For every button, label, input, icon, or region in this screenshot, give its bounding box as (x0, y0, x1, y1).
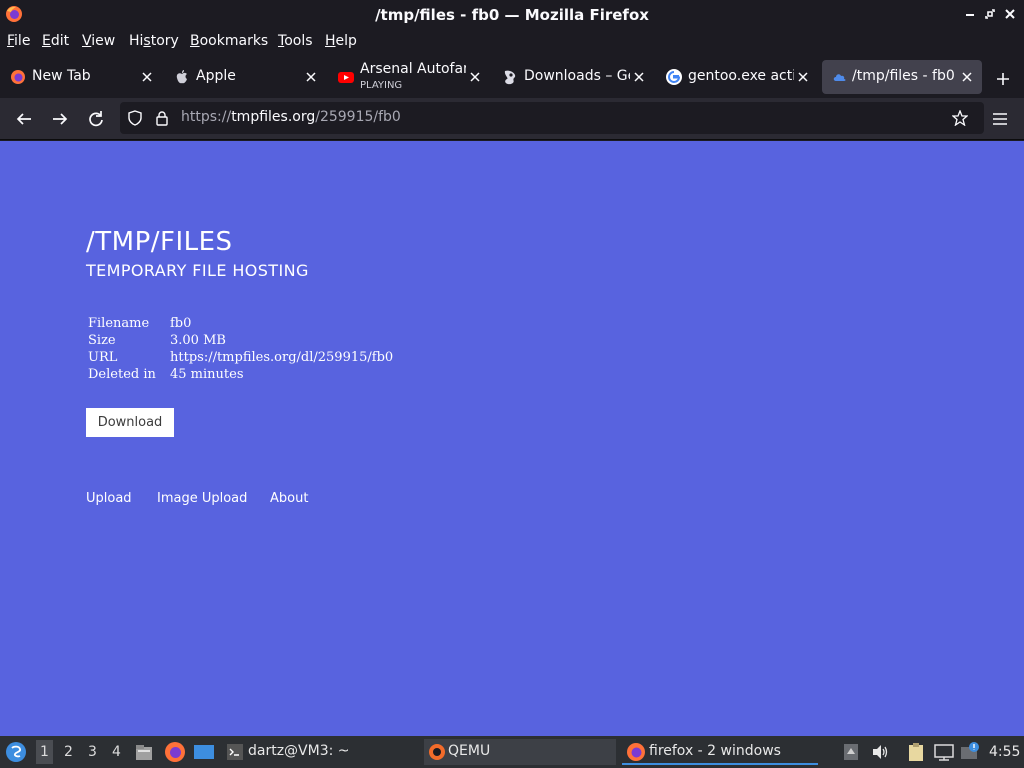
gentoo-icon (504, 70, 516, 85)
info-key: Deleted in (88, 367, 156, 382)
terminal-icon (227, 744, 243, 760)
about-link[interactable]: About (270, 491, 308, 506)
tab-tmpfiles-active[interactable]: /tmp/files - fb0 (822, 60, 982, 94)
site-title: /TMP/FILES (86, 227, 233, 257)
taskbar: 1 2 3 4 dartz@VM3: ~ QEMU firefox - 2 wi… (0, 736, 1024, 768)
google-icon (666, 69, 682, 85)
minimize-icon[interactable] (962, 6, 978, 22)
file-manager-icon[interactable] (134, 742, 154, 762)
close-window-icon[interactable] (1002, 6, 1018, 22)
new-tab-plus-icon[interactable] (992, 68, 1014, 90)
tab-new-tab[interactable]: New Tab (0, 60, 162, 94)
info-key: URL (88, 350, 118, 365)
address-bar[interactable]: https://tmpfiles.org/259915/fb0 (120, 102, 984, 134)
apple-icon (176, 70, 187, 84)
firefox-launcher-icon[interactable] (164, 741, 186, 763)
table-row: URL https://tmpfiles.org/dl/259915/fb0 (88, 349, 393, 366)
lock-icon[interactable] (154, 110, 170, 126)
table-row: Size 3.00 MB (88, 332, 393, 349)
image-upload-link[interactable]: Image Upload (157, 491, 247, 506)
info-value: 45 minutes (170, 367, 244, 382)
firefox-icon (627, 743, 645, 761)
network-icon[interactable] (933, 742, 955, 762)
close-tab-icon[interactable] (632, 70, 646, 84)
tab-downloads[interactable]: Downloads – Ge (492, 60, 654, 94)
restore-icon[interactable] (982, 6, 998, 22)
task-firefox[interactable]: firefox - 2 windows (622, 739, 818, 765)
close-tab-icon[interactable] (796, 70, 810, 84)
clock: 4:55 (989, 744, 1021, 760)
download-button[interactable]: Download (86, 408, 174, 437)
menu-bookmarks[interactable]: Bookmarks (190, 33, 268, 49)
close-tab-icon[interactable] (960, 70, 974, 84)
info-value: https://tmpfiles.org/dl/259915/fb0 (170, 350, 394, 365)
site-subtitle: TEMPORARY FILE HOSTING (86, 261, 309, 280)
workspace-2[interactable]: 2 (64, 744, 73, 760)
workspace-4[interactable]: 4 (112, 744, 121, 760)
info-value: fb0 (170, 316, 192, 331)
menu-bar: File Edit View History Bookmarks Tools H… (0, 30, 1024, 56)
youtube-icon (338, 72, 354, 83)
table-row: Deleted in 45 minutes (88, 366, 393, 383)
navigation-toolbar: https://tmpfiles.org/259915/fb0 (0, 98, 1024, 140)
file-info-table: Filename fb0 Size 3.00 MB URL https://tm… (88, 315, 393, 383)
upload-link[interactable]: Upload (86, 491, 132, 506)
start-menu-icon[interactable] (5, 741, 27, 763)
close-tab-icon[interactable] (468, 70, 482, 84)
url-text[interactable]: https://tmpfiles.org/259915/fb0 (181, 109, 401, 125)
reload-icon[interactable] (85, 108, 107, 130)
back-arrow-icon[interactable] (13, 108, 35, 130)
clipboard-icon[interactable] (905, 741, 927, 763)
tab-gentoo-exe[interactable]: gentoo.exe activ (656, 60, 818, 94)
menu-view[interactable]: View (82, 33, 115, 49)
volume-icon[interactable] (870, 742, 890, 762)
menu-edit[interactable]: Edit (42, 33, 69, 49)
page-content: /TMP/FILES TEMPORARY FILE HOSTING Filena… (0, 141, 1024, 736)
task-terminal[interactable]: dartz@VM3: ~ (224, 739, 414, 765)
info-key: Size (88, 333, 116, 348)
tab-arsenal-autofan[interactable]: Arsenal Autofan PLAYING (328, 60, 490, 94)
task-qemu[interactable]: QEMU (424, 739, 616, 765)
close-tab-icon[interactable] (304, 70, 318, 84)
qemu-icon (429, 744, 445, 760)
tab-bar: New Tab Apple Arsenal Autofan PLAYING Do… (0, 56, 1024, 98)
menu-tools[interactable]: Tools (278, 33, 313, 49)
shield-icon[interactable] (127, 110, 143, 126)
tab-apple[interactable]: Apple (164, 60, 326, 94)
table-row: Filename fb0 (88, 315, 393, 332)
forward-arrow-icon[interactable] (49, 108, 71, 130)
menu-file[interactable]: File (7, 33, 30, 49)
cloud-icon (833, 74, 846, 81)
info-key: Filename (88, 316, 150, 331)
desktop-icon[interactable] (193, 742, 215, 762)
close-tab-icon[interactable] (140, 70, 154, 84)
notification-icon[interactable] (959, 741, 981, 763)
bookmark-star-icon[interactable] (952, 110, 968, 126)
firefox-icon (11, 70, 25, 84)
menu-help[interactable]: Help (325, 33, 357, 49)
window-title: /tmp/files - fb0 — Mozilla Firefox (375, 6, 649, 24)
info-value: 3.00 MB (170, 333, 226, 348)
scroll-up-icon[interactable] (843, 742, 859, 762)
window-titlebar: /tmp/files - fb0 — Mozilla Firefox (0, 0, 1024, 30)
workspace-1[interactable]: 1 (36, 740, 53, 764)
hamburger-menu-icon[interactable] (989, 108, 1011, 130)
workspace-3[interactable]: 3 (88, 744, 97, 760)
menu-history[interactable]: History (129, 33, 179, 49)
